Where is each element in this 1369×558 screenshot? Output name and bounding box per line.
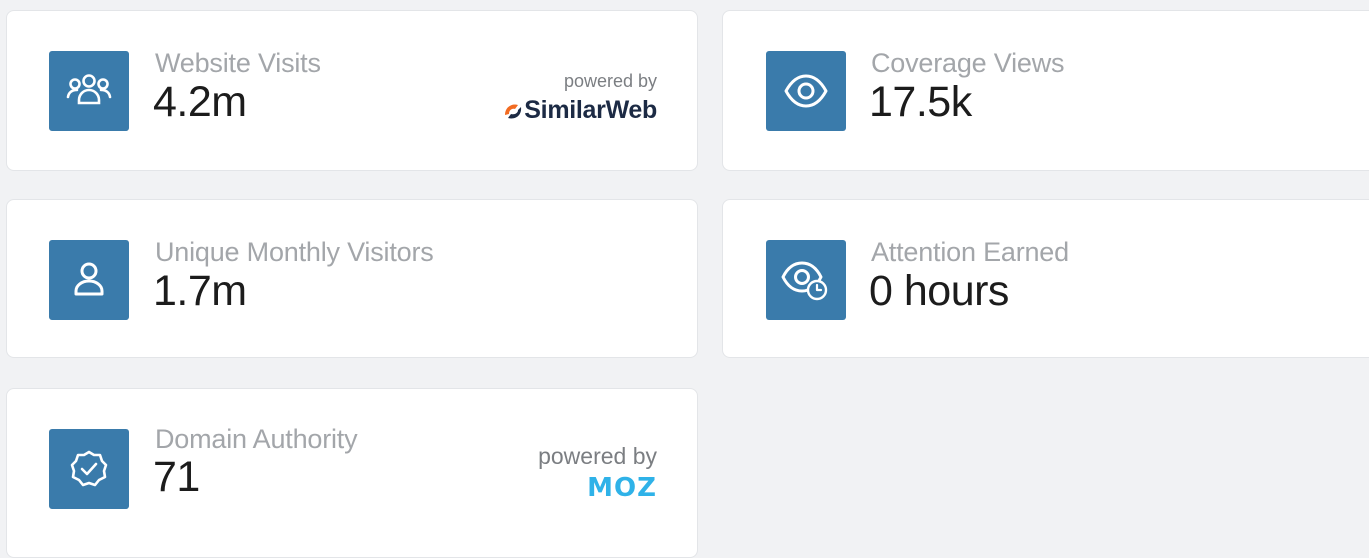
stat-card-coverage-views: Coverage Views 17.5k bbox=[722, 10, 1369, 171]
powered-by-text: powered by bbox=[563, 71, 657, 91]
stat-value: 0 hours bbox=[869, 267, 1009, 315]
moz-logo: MOZ bbox=[587, 473, 657, 503]
powered-by-similarweb[interactable]: powered by SimilarWeb bbox=[502, 71, 657, 125]
similarweb-logo-mark bbox=[505, 103, 522, 118]
stat-value: 1.7m bbox=[153, 267, 247, 315]
stat-value: 17.5k bbox=[869, 78, 972, 126]
eye-clock-icon bbox=[766, 240, 846, 320]
stat-label: Coverage Views bbox=[871, 48, 1065, 78]
stat-card-unique-monthly-visitors: Unique Monthly Visitors 1.7m bbox=[6, 199, 698, 358]
similarweb-logo: SimilarWeb bbox=[502, 96, 657, 125]
stat-card-domain-authority: Domain Authority 71 powered by MOZ bbox=[6, 388, 698, 558]
stat-label: Website Visits bbox=[155, 48, 321, 78]
stat-value: 4.2m bbox=[153, 78, 247, 126]
similarweb-logo-text: SimilarWeb bbox=[524, 96, 657, 124]
powered-by-text: powered by bbox=[538, 443, 657, 469]
badge-check-icon bbox=[49, 429, 129, 509]
users-group-icon bbox=[49, 51, 129, 131]
powered-by-moz[interactable]: powered by MOZ bbox=[538, 443, 657, 503]
stat-card-attention-earned: Attention Earned 0 hours bbox=[722, 199, 1369, 358]
stat-label: Domain Authority bbox=[155, 424, 358, 454]
stat-value: 71 bbox=[153, 453, 200, 501]
user-icon bbox=[49, 240, 129, 320]
stat-label: Attention Earned bbox=[871, 237, 1069, 267]
stat-card-website-visits: Website Visits 4.2m powered by SimilarWe… bbox=[6, 10, 698, 171]
stat-label: Unique Monthly Visitors bbox=[155, 237, 434, 267]
eye-icon bbox=[766, 51, 846, 131]
